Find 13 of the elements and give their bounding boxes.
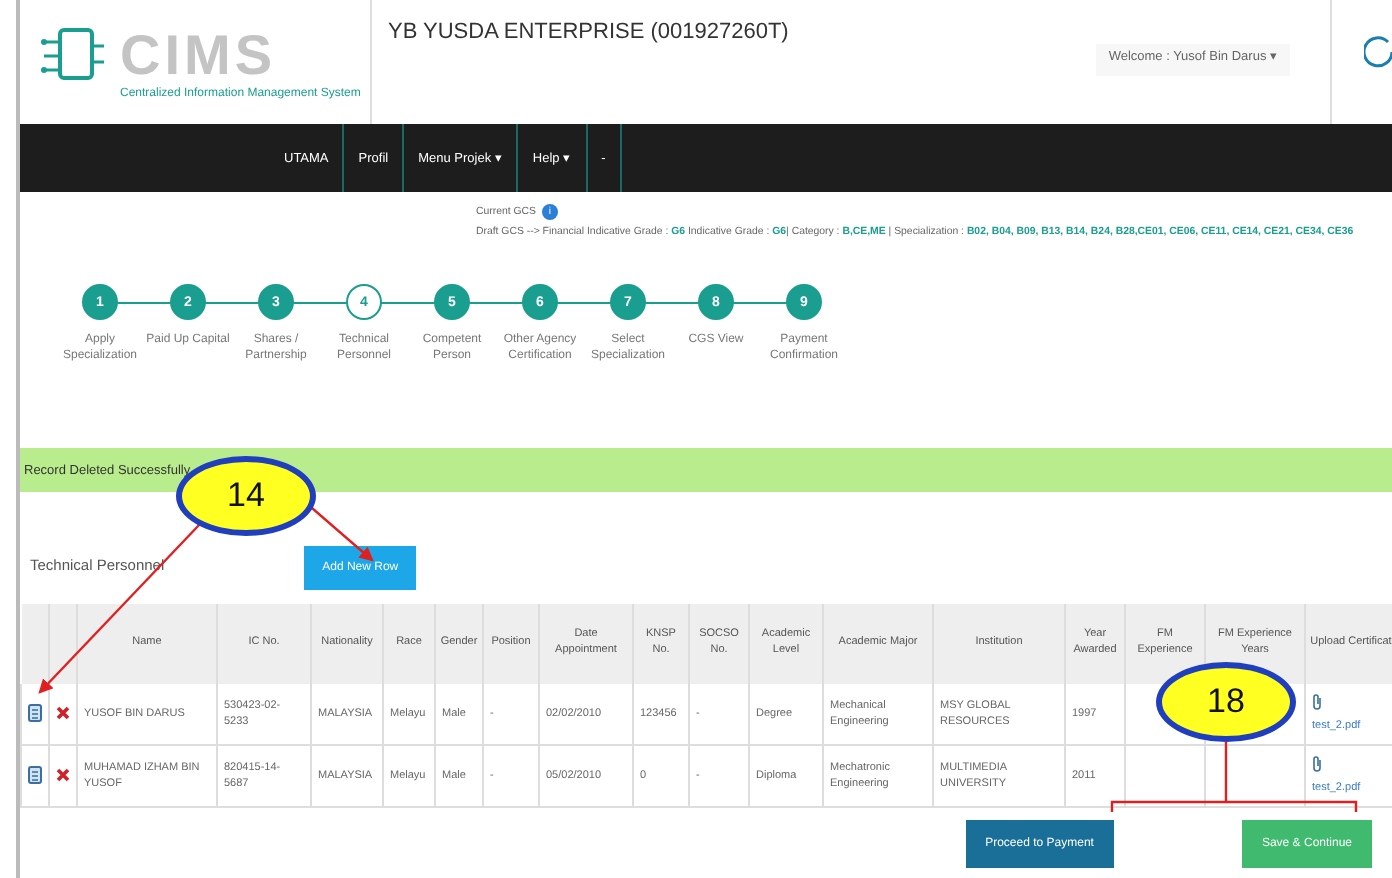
edit-icon[interactable] (28, 703, 42, 721)
delete-icon[interactable] (56, 705, 70, 719)
table-cell (1125, 745, 1205, 807)
paperclip-icon (1312, 756, 1322, 773)
callout-bubble: 18 (1156, 662, 1296, 742)
paperclip-icon (1312, 694, 1322, 711)
circuit-document-icon (40, 26, 108, 86)
annotation-arrow (311, 507, 374, 562)
delete-icon[interactable] (56, 767, 70, 781)
edit-icon[interactable] (28, 765, 42, 783)
company-name: YB YUSDA ENTERPRISE (001927260T) (386, 18, 791, 48)
logo-text: CIMS (120, 24, 276, 87)
power-icon[interactable] (1364, 36, 1392, 68)
